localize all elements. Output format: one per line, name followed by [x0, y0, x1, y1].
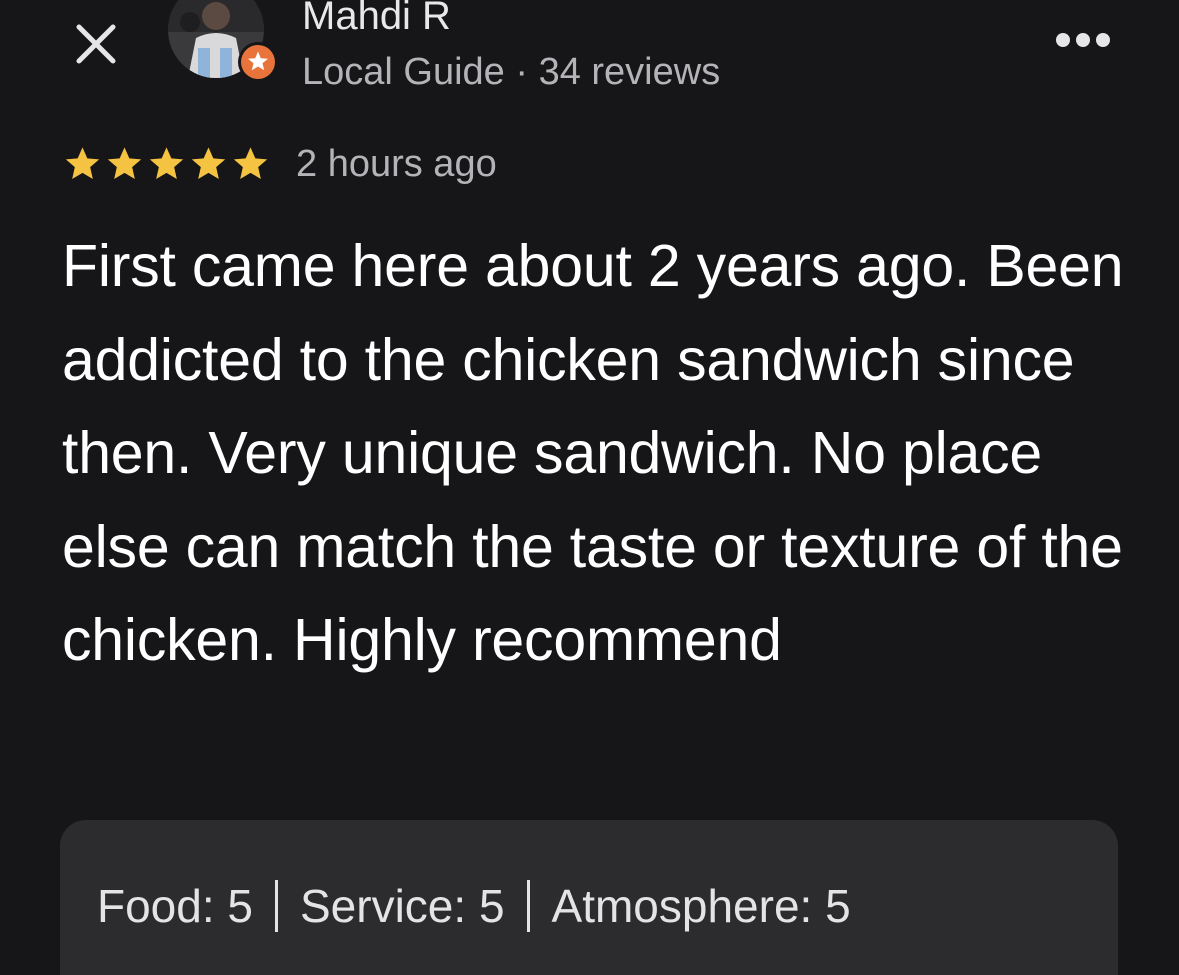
review-timestamp: 2 hours ago: [296, 143, 497, 185]
author-name[interactable]: Mahdi R: [302, 0, 451, 40]
star-icon: [233, 147, 268, 179]
review-text: First came here about 2 years ago. Been …: [62, 233, 1124, 673]
star-rating: [62, 144, 271, 184]
more-horizontal-icon: [1056, 33, 1110, 47]
service-rating: Service: 5: [300, 880, 505, 932]
star-icon: [191, 147, 226, 179]
divider: [275, 880, 278, 932]
close-icon: [76, 24, 116, 64]
star-icon: [107, 147, 142, 179]
food-rating: Food: 5: [97, 880, 253, 932]
divider: [526, 880, 530, 932]
author-meta: Local Guide · 34 reviews: [302, 51, 721, 93]
author-avatar-group[interactable]: [168, 0, 278, 82]
close-button[interactable]: [66, 14, 126, 74]
review-screen: Mahdi R Local Guide · 34 reviews 2 hours…: [0, 0, 1179, 975]
star-icon: [65, 147, 100, 179]
ratings-card: Food: 5 Service: 5 Atmosphere: 5: [60, 820, 1118, 975]
more-options-button[interactable]: [1050, 18, 1116, 62]
atmosphere-rating: Atmosphere: 5: [551, 880, 851, 932]
local-guide-badge: [238, 42, 278, 82]
star-badge-icon: [241, 45, 275, 79]
ratings-row: Food: 5 Service: 5 Atmosphere: 5: [97, 876, 851, 936]
star-icon: [149, 147, 184, 179]
